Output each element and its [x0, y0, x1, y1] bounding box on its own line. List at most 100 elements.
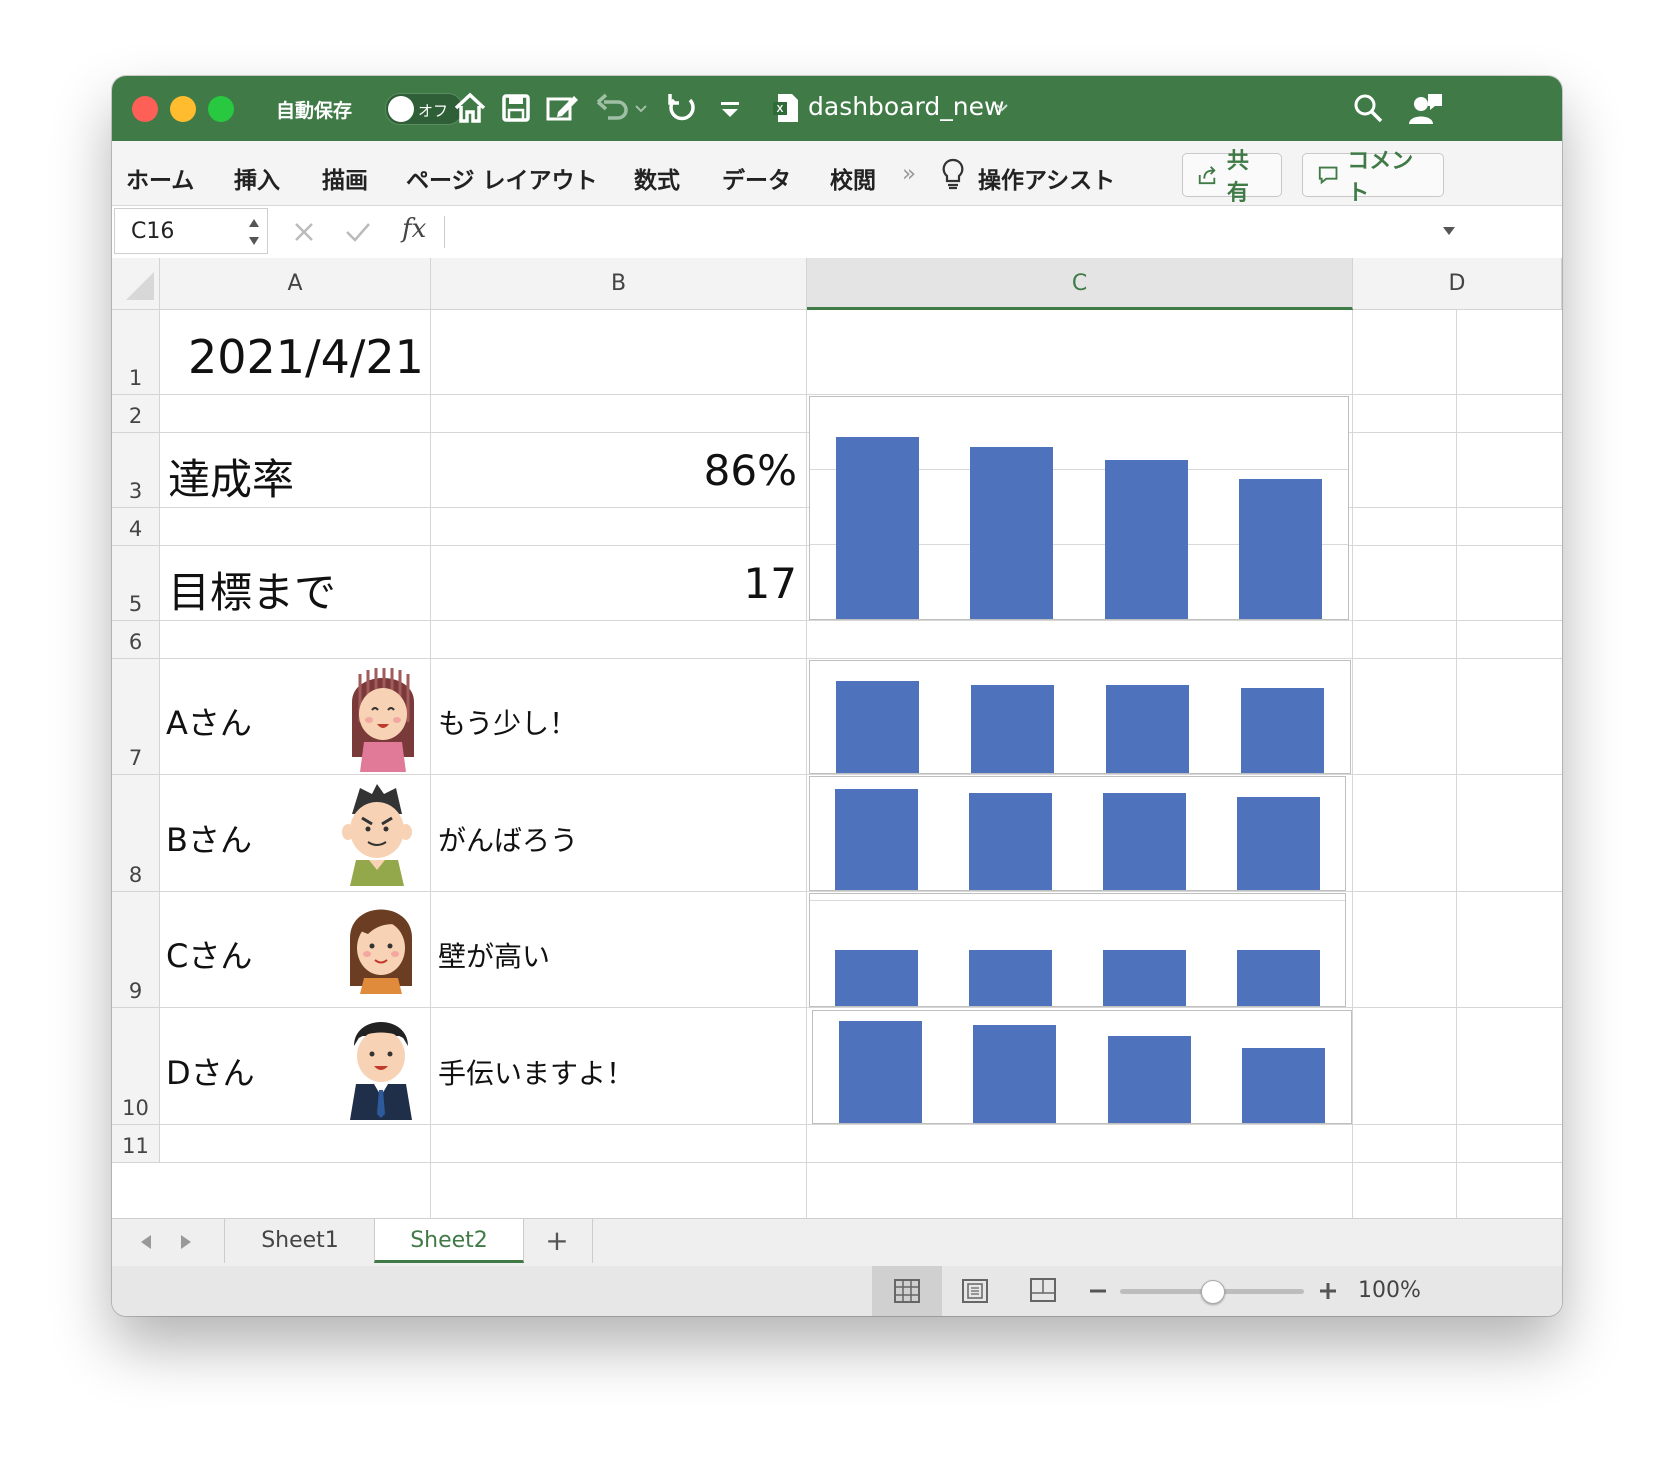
- row-header-2[interactable]: 2: [112, 395, 160, 433]
- zoom-in-icon[interactable]: [1318, 1281, 1338, 1301]
- cell-a9-name[interactable]: Cさん: [166, 931, 252, 977]
- home-icon[interactable]: [452, 90, 488, 126]
- more-tabs-chevron-icon[interactable]: »: [902, 161, 916, 187]
- chart-person-a[interactable]: [809, 660, 1351, 774]
- account-icon[interactable]: [1408, 90, 1444, 126]
- chart-bar-4[interactable]: [1239, 479, 1323, 619]
- chart-bar-2[interactable]: [970, 685, 1055, 773]
- cell-b8-comment[interactable]: がんばろう: [438, 819, 578, 859]
- chart-person-c[interactable]: [809, 893, 1346, 1007]
- save-icon[interactable]: [498, 90, 534, 126]
- cell-a3-label[interactable]: 達成率: [168, 446, 294, 507]
- tab-home[interactable]: ホーム: [126, 161, 194, 195]
- cell-b10-comment[interactable]: 手伝いますよ！: [438, 1052, 634, 1092]
- row-header-6[interactable]: 6: [112, 621, 160, 659]
- row-header-7[interactable]: 7: [112, 659, 160, 775]
- chart-bar-3[interactable]: [1107, 1036, 1191, 1123]
- cell-a10-name[interactable]: Dさん: [166, 1048, 255, 1094]
- chart-bar-4[interactable]: [1236, 949, 1320, 1006]
- cell-b3-rate[interactable]: 86%: [431, 446, 797, 495]
- cell-a8-name[interactable]: Bさん: [166, 815, 252, 861]
- column-header-d[interactable]: D: [1353, 258, 1562, 310]
- share-button[interactable]: 共有: [1182, 149, 1282, 206]
- chart-bar-1[interactable]: [835, 436, 919, 619]
- next-sheet-icon[interactable]: [178, 1233, 194, 1251]
- zoom-slider-handle[interactable]: [1201, 1280, 1225, 1304]
- chart-bar-4[interactable]: [1236, 797, 1320, 890]
- boy-avatar-icon[interactable]: [338, 778, 416, 888]
- row-header-9[interactable]: 9: [112, 892, 160, 1008]
- chart-bar-3[interactable]: [1104, 460, 1188, 619]
- tab-page-layout[interactable]: ページ レイアウト: [406, 161, 598, 195]
- comment-button[interactable]: コメント: [1302, 149, 1444, 206]
- column-header-b[interactable]: B: [431, 258, 807, 310]
- row-header-8[interactable]: 8: [112, 775, 160, 892]
- edit-document-icon[interactable]: [544, 90, 580, 126]
- row-header-1[interactable]: 1: [112, 310, 160, 395]
- chart-person-b[interactable]: [809, 776, 1346, 891]
- expand-formula-bar-icon[interactable]: [1442, 224, 1456, 238]
- title-dropdown-icon[interactable]: [994, 100, 1010, 116]
- cell-a7-name[interactable]: Aさん: [166, 698, 252, 744]
- row-header-10[interactable]: 10: [112, 1008, 160, 1125]
- add-sheet-button[interactable]: +: [532, 1219, 582, 1263]
- undo-icon[interactable]: [594, 90, 630, 126]
- cell-b7-comment[interactable]: もう少し！: [438, 702, 577, 742]
- chart-bar-4[interactable]: [1242, 1047, 1326, 1123]
- previous-sheet-icon[interactable]: [138, 1233, 154, 1251]
- cell-b9-comment[interactable]: 壁が高い: [438, 935, 550, 975]
- zoom-window-button[interactable]: [208, 96, 234, 122]
- search-icon[interactable]: [1350, 90, 1386, 126]
- cell-a1-date[interactable]: 2021/4/21: [188, 330, 424, 384]
- sheet-tab-sheet1[interactable]: Sheet1: [226, 1219, 374, 1263]
- chart-bar-3[interactable]: [1102, 793, 1186, 890]
- customize-toolbar-icon[interactable]: [712, 90, 748, 126]
- redo-icon[interactable]: [664, 90, 700, 126]
- cell-a5-label[interactable]: 目標まで: [168, 559, 336, 620]
- tell-me-assist[interactable]: 操作アシスト: [978, 161, 1115, 195]
- chart-bar-1[interactable]: [835, 949, 919, 1006]
- zoom-level[interactable]: 100%: [1358, 1278, 1421, 1303]
- column-header-a[interactable]: A: [160, 258, 431, 310]
- column-header-c[interactable]: C: [807, 258, 1353, 310]
- businessman-avatar-icon[interactable]: [342, 1010, 420, 1120]
- undo-dropdown-icon[interactable]: [634, 102, 648, 116]
- tab-insert[interactable]: 挿入: [234, 161, 280, 195]
- row-header-3[interactable]: 3: [112, 433, 160, 508]
- name-box-stepper-icon[interactable]: [247, 215, 261, 249]
- chart-bar-3[interactable]: [1102, 949, 1186, 1006]
- chart-bar-4[interactable]: [1240, 688, 1325, 773]
- row-header-4[interactable]: 4: [112, 508, 160, 546]
- tab-data[interactable]: データ: [722, 161, 791, 195]
- chart-person-d[interactable]: [812, 1010, 1352, 1124]
- formula-input[interactable]: [452, 210, 1512, 254]
- cell-b5-remaining[interactable]: 17: [431, 559, 797, 608]
- zoom-out-icon[interactable]: [1088, 1284, 1108, 1298]
- cancel-entry-icon[interactable]: [292, 220, 316, 244]
- close-window-button[interactable]: [132, 96, 158, 122]
- chart-bar-2[interactable]: [970, 447, 1054, 619]
- chart-bar-1[interactable]: [835, 681, 920, 773]
- confirm-entry-icon[interactable]: [344, 220, 372, 244]
- woman-avatar-icon[interactable]: [342, 894, 420, 1004]
- tab-formulas[interactable]: 数式: [634, 161, 680, 195]
- row-header-5[interactable]: 5: [112, 546, 160, 621]
- chart-bar-1[interactable]: [838, 1021, 922, 1123]
- sheet-tab-sheet2[interactable]: Sheet2: [374, 1219, 524, 1263]
- girl-avatar-icon[interactable]: [344, 662, 422, 772]
- minimize-window-button[interactable]: [170, 96, 196, 122]
- tab-draw[interactable]: 描画: [322, 161, 368, 195]
- chart-bar-2[interactable]: [969, 793, 1053, 890]
- chart-bar-2[interactable]: [969, 949, 1053, 1006]
- normal-view-button[interactable]: [872, 1266, 942, 1316]
- chart-summary[interactable]: [809, 396, 1349, 620]
- insert-function-fx-icon[interactable]: fx: [402, 214, 426, 244]
- name-box[interactable]: C16: [114, 208, 268, 254]
- chart-bar-3[interactable]: [1105, 685, 1190, 773]
- select-all-corner[interactable]: [112, 258, 160, 310]
- page-break-preview-icon[interactable]: [1030, 1278, 1056, 1302]
- row-header-11[interactable]: 11: [112, 1125, 160, 1163]
- page-layout-view-icon[interactable]: [962, 1279, 988, 1303]
- chart-bar-2[interactable]: [973, 1025, 1057, 1123]
- tab-review[interactable]: 校閲: [830, 161, 876, 195]
